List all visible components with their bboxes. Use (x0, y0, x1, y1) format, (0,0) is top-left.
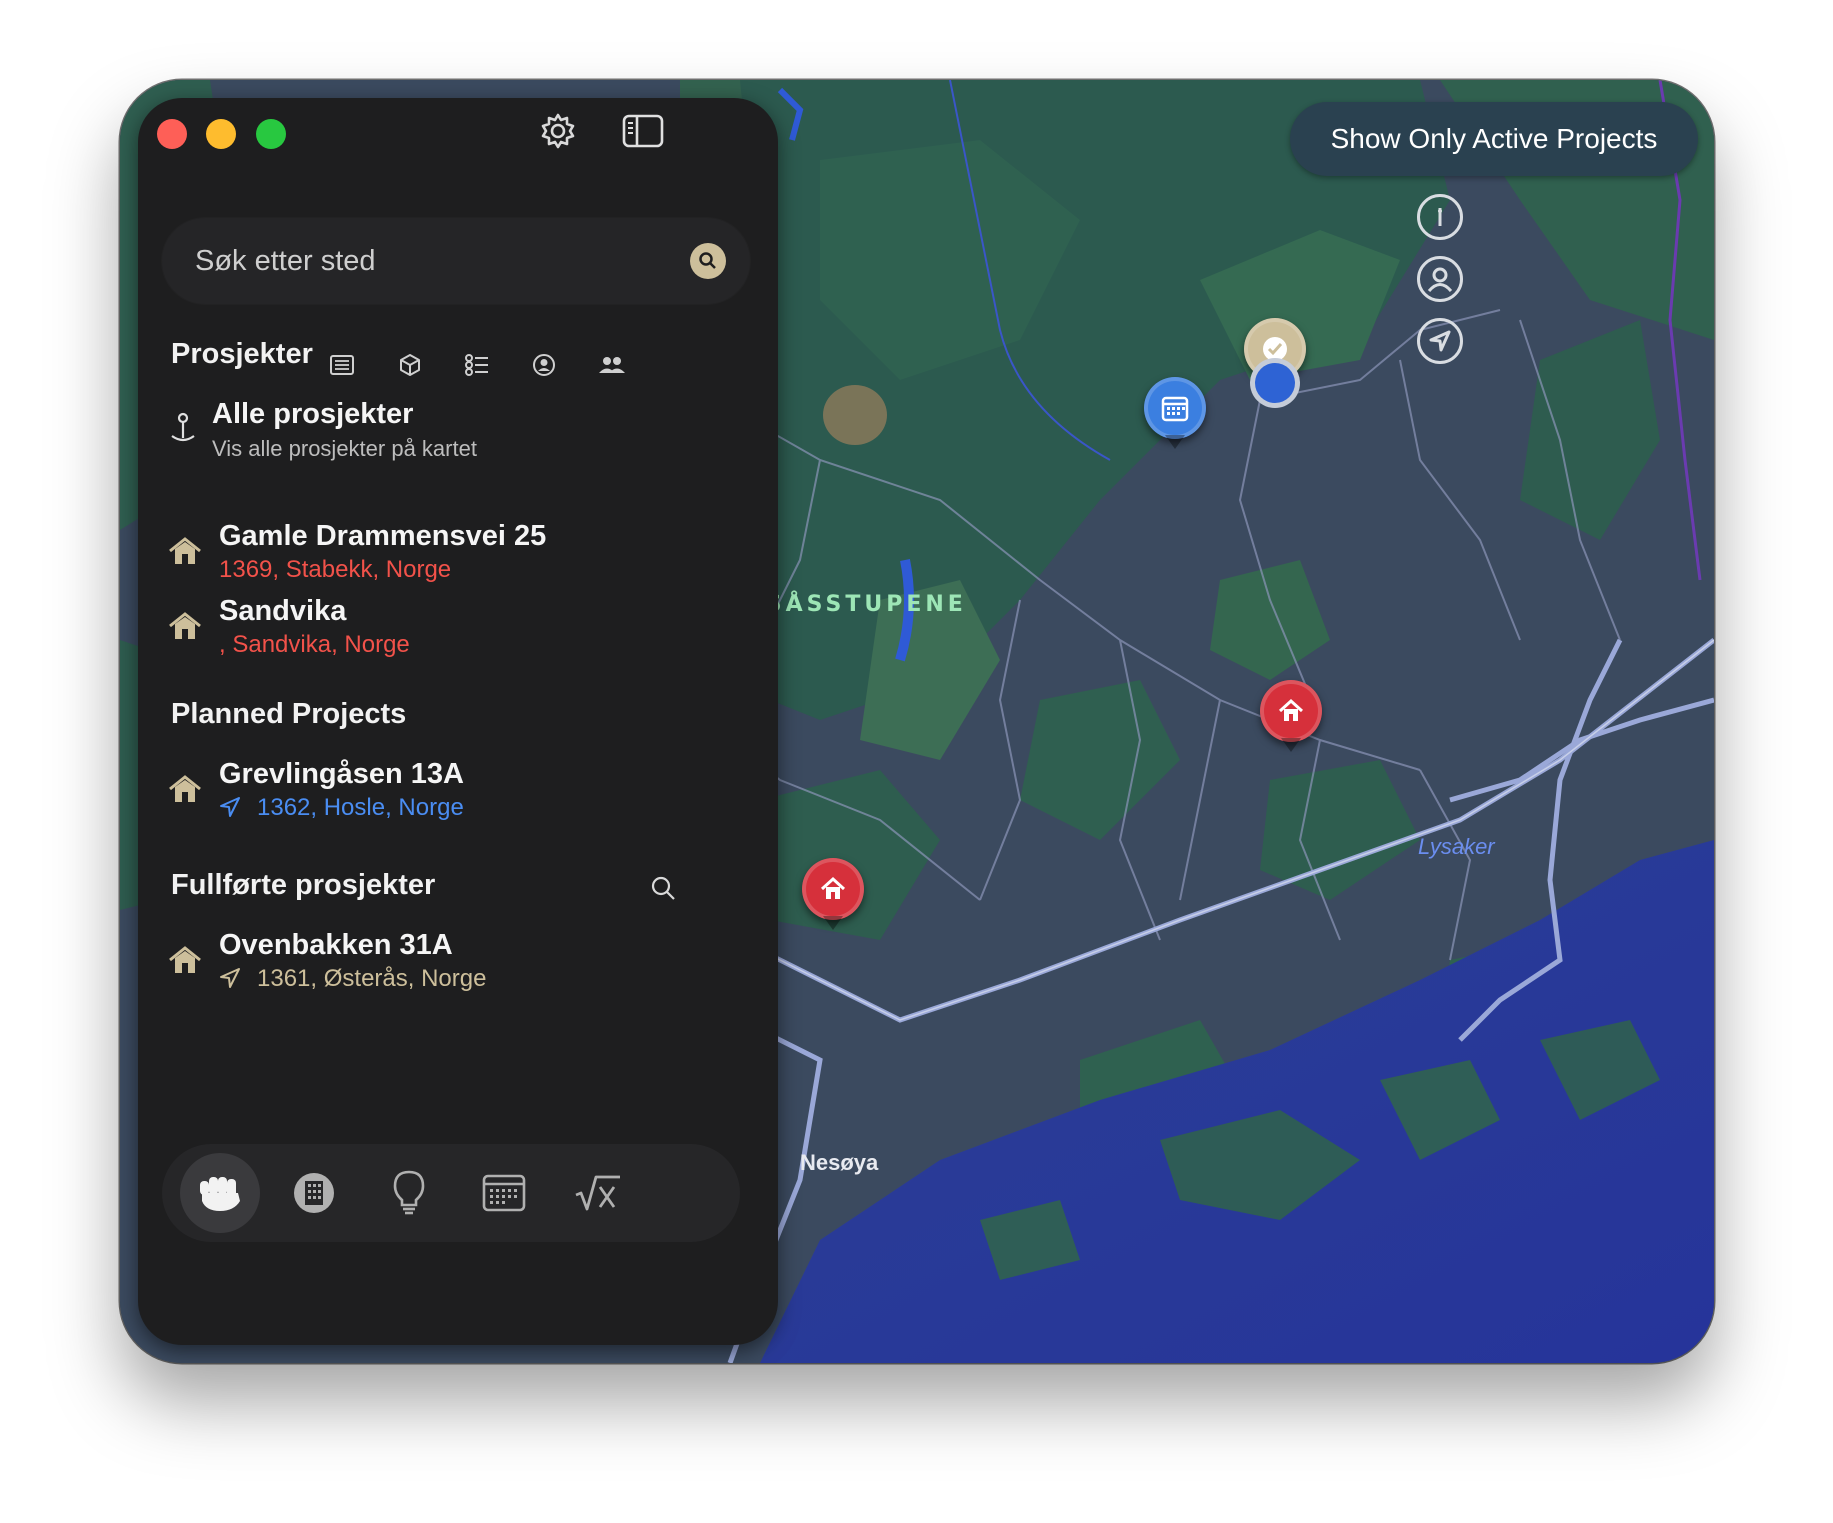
fist-icon[interactable] (180, 1153, 260, 1233)
compass-icon[interactable] (1417, 194, 1463, 240)
house-icon (168, 611, 202, 646)
house-icon (168, 536, 202, 571)
calendar-icon (1161, 396, 1189, 422)
marker-active[interactable] (802, 858, 864, 930)
project-address-row: 1362, Hosle, Norge (219, 794, 464, 822)
list-item-all-projects[interactable]: Alle prosjekter Vis alle prosjekter på k… (138, 398, 738, 468)
zoom-button[interactable] (256, 119, 286, 149)
lightbulb-icon[interactable] (369, 1153, 449, 1233)
square-root-icon[interactable] (558, 1153, 638, 1233)
building-icon[interactable] (274, 1153, 354, 1233)
search-icon[interactable] (648, 873, 678, 903)
project-title: Ovenbakken 31A (219, 929, 453, 961)
list-item[interactable]: Sandvika , Sandvika, Norge (138, 595, 738, 665)
marker-active[interactable] (1260, 680, 1322, 752)
project-address-row: 1361, Østerås, Norge (219, 965, 486, 993)
list-icon[interactable] (325, 348, 359, 382)
user-location-dot (1255, 363, 1295, 403)
house-icon (168, 945, 202, 980)
magnifier-icon[interactable] (690, 243, 726, 279)
close-button[interactable] (157, 119, 187, 149)
pin-icon (168, 412, 198, 451)
person-circle-icon[interactable] (527, 348, 561, 382)
list-item[interactable]: Gamle Drammensvei 25 1369, Stabekk, Norg… (138, 520, 738, 590)
keyboard-icon[interactable] (464, 1153, 544, 1233)
house-icon (820, 876, 846, 899)
list-item[interactable]: Ovenbakken 31A 1361, Østerås, Norge (138, 929, 738, 999)
box-icon[interactable] (393, 348, 427, 382)
project-title: Gamle Drammensvei 25 (219, 520, 547, 552)
project-address: 1369, Stabekk, Norge (219, 556, 452, 583)
navigation-arrow-icon (220, 797, 240, 817)
sidebar-toggle-icon[interactable] (622, 114, 664, 148)
section-title-projects: Prosjekter (171, 338, 313, 370)
checklist-icon[interactable] (460, 348, 494, 382)
gear-icon[interactable] (538, 111, 578, 151)
app-window: KOLSÅSSTUPENE stad Nesøya Lysaker Show O… (120, 80, 1714, 1363)
people-icon[interactable] (595, 348, 629, 382)
minimize-button[interactable] (206, 119, 236, 149)
map-label-place-bottom: Nesøya (800, 1150, 879, 1175)
user-location-icon[interactable] (1417, 256, 1463, 302)
project-address: 1362, Hosle, Norge (257, 794, 464, 821)
all-projects-title: Alle prosjekter (212, 398, 414, 430)
house-icon (168, 774, 202, 809)
project-address: 1361, Østerås, Norge (257, 965, 487, 992)
map-label-water: Lysaker (1418, 834, 1495, 859)
checkmark-seal-icon (1263, 337, 1287, 361)
search-bar (162, 218, 750, 304)
house-icon (1278, 698, 1304, 721)
project-title: Sandvika (219, 595, 347, 627)
show-active-projects-button[interactable]: Show Only Active Projects (1290, 102, 1698, 176)
sidebar: Prosjekter Alle prosjekter Vis alle pros… (138, 98, 778, 1345)
navigation-arrow-icon (220, 968, 240, 988)
section-title-planned: Planned Projects (171, 698, 407, 730)
marker-planned[interactable] (1144, 377, 1206, 449)
project-title: Grevlingåsen 13A (219, 758, 464, 790)
all-projects-subtitle: Vis alle prosjekter på kartet (212, 436, 477, 461)
search-input[interactable] (162, 218, 750, 304)
navigation-arrow-icon[interactable] (1417, 318, 1463, 364)
project-address: , Sandvika, Norge (219, 631, 410, 658)
section-title-completed: Fullførte prosjekter (171, 869, 436, 901)
tab-bar (162, 1144, 740, 1242)
list-item[interactable]: Grevlingåsen 13A 1362, Hosle, Norge (138, 758, 738, 828)
